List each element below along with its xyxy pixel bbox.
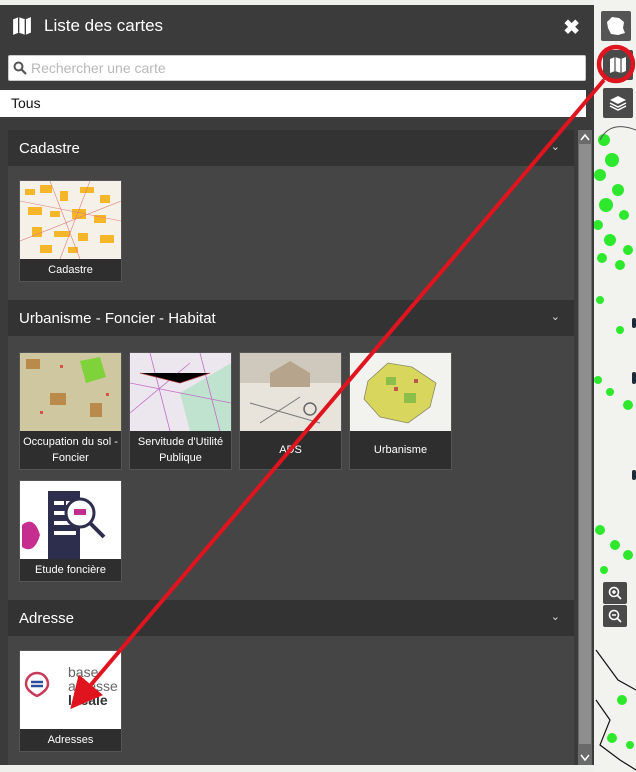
- bal-logo-text-2: adresse: [68, 678, 118, 694]
- scrollbar-thumb[interactable]: [579, 144, 591, 744]
- map-card-urbanisme[interactable]: Urbanisme: [349, 352, 452, 470]
- bal-logo-text-3: locale: [68, 692, 108, 708]
- zoom-out-icon[interactable]: [603, 605, 627, 627]
- map-list-panel: Liste des cartes ✖ Tous Cadastre ⌄: [0, 5, 594, 765]
- section-urbanisme: Urbanisme - Foncier - Habitat ⌄: [8, 300, 574, 336]
- chevron-down-icon[interactable]: ⌄: [551, 610, 560, 623]
- occupation-sol-thumbnail: [20, 353, 121, 431]
- card-label: Etude foncière: [35, 564, 106, 576]
- card-label: Servitude d'Utilité Publique: [137, 436, 224, 464]
- card-label: Occupation du sol - Foncier: [23, 436, 118, 464]
- close-icon[interactable]: ✖: [563, 15, 580, 40]
- zoom-in-icon[interactable]: [603, 582, 627, 604]
- bal-logo-text-1: base: [68, 664, 99, 680]
- list-scrollbar[interactable]: [578, 130, 592, 765]
- map-list-icon[interactable]: [603, 50, 633, 80]
- urbanisme-thumbnail: [350, 353, 451, 431]
- chevron-down-icon[interactable]: ⌄: [551, 140, 560, 153]
- card-label: Cadastre: [48, 264, 93, 276]
- map-card-servitude[interactable]: Servitude d'Utilité Publique: [129, 352, 232, 470]
- map-list-icon: [13, 17, 31, 35]
- section-title: Urbanisme - Foncier - Habitat: [19, 309, 216, 327]
- card-label: Urbanisme: [373, 444, 428, 456]
- panel-title: Liste des cartes: [44, 16, 164, 35]
- cadastre-thumbnail: [20, 181, 121, 259]
- map-card-ads[interactable]: ADS: [239, 352, 342, 470]
- section-header[interactable]: Cadastre ⌄: [8, 130, 574, 166]
- bal-logo: base adresse locale: [20, 651, 121, 729]
- servitude-thumbnail: [130, 353, 231, 431]
- scroll-down-icon[interactable]: [579, 752, 591, 762]
- etude-fonciere-thumbnail: [20, 481, 121, 559]
- map-card-cadastre[interactable]: Cadastre: [19, 180, 122, 282]
- section-title: Cadastre: [19, 139, 80, 157]
- map-card-occupation-sol[interactable]: Occupation du sol - Foncier: [19, 352, 122, 470]
- scroll-up-icon[interactable]: [579, 132, 591, 142]
- map-card-adresses[interactable]: base adresse locale Adresses: [19, 650, 122, 752]
- panel-header: Liste des cartes ✖: [0, 5, 594, 47]
- card-label: ADS: [279, 444, 302, 456]
- ads-thumbnail: [240, 353, 341, 431]
- chevron-down-icon[interactable]: ⌄: [551, 310, 560, 323]
- section-cadastre: Cadastre ⌄: [8, 130, 574, 166]
- map-list: Cadastre ⌄ Cadastre Urbanisme - Foncier …: [8, 130, 574, 765]
- france-map-icon[interactable]: [601, 11, 631, 41]
- section-title: Adresse: [19, 609, 75, 627]
- layers-icon[interactable]: [603, 88, 633, 118]
- section-header[interactable]: Adresse ⌄: [8, 600, 574, 636]
- section-adresse: Adresse ⌄: [8, 600, 574, 636]
- search-input[interactable]: [31, 60, 571, 76]
- map-card-etude-fonciere[interactable]: Etude foncière: [19, 480, 122, 582]
- card-label: Adresses: [47, 734, 94, 746]
- category-filter[interactable]: Tous: [0, 90, 586, 117]
- search-icon: [13, 61, 27, 75]
- search-box[interactable]: [8, 55, 586, 81]
- section-header[interactable]: Urbanisme - Foncier - Habitat ⌄: [8, 300, 574, 336]
